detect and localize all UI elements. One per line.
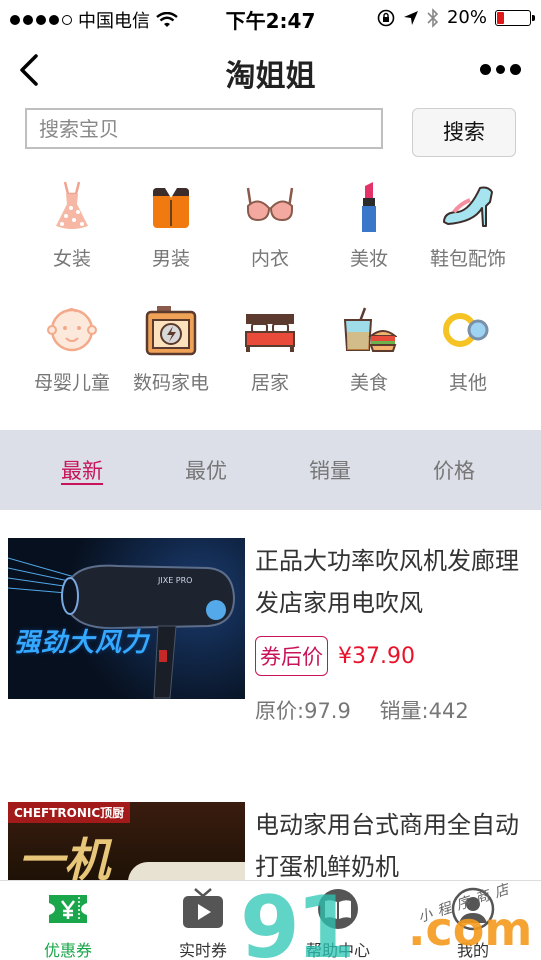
tab-label: 我的 bbox=[456, 941, 489, 960]
product-title[interactable]: 正品大功率吹风机发廊理发店家用电吹风 bbox=[255, 540, 530, 624]
coupon-price: ¥37.90 bbox=[338, 643, 415, 669]
shirt-icon bbox=[153, 188, 189, 228]
category-item-shoes-bags[interactable]: 鞋包配饰 bbox=[418, 178, 518, 271]
category-item-cosmetics[interactable]: 美妆 bbox=[319, 178, 419, 271]
category-item-home[interactable]: 居家 bbox=[220, 302, 320, 395]
category-item-underwear[interactable]: 内衣 bbox=[220, 178, 320, 271]
play-tv-icon bbox=[183, 888, 223, 928]
category-label: 居家 bbox=[250, 372, 289, 394]
nav-bar: 淘姐姐 bbox=[0, 36, 541, 106]
original-price-label: 原价: bbox=[255, 699, 305, 723]
product-image-caption: 一机 bbox=[18, 833, 110, 880]
high-heel-icon bbox=[443, 186, 493, 227]
category-label: 男装 bbox=[151, 248, 190, 270]
category-item-baby[interactable]: 母婴儿童 bbox=[22, 302, 122, 395]
category-label: 内衣 bbox=[250, 248, 289, 270]
bra-icon bbox=[246, 187, 294, 222]
food-icon bbox=[343, 307, 397, 352]
category-label: 数码家电 bbox=[132, 372, 209, 394]
category-label: 其他 bbox=[448, 372, 487, 394]
original-price: 97.9 bbox=[304, 699, 351, 723]
product-image-caption: 强劲大风力 bbox=[14, 628, 150, 658]
tab-coupons[interactable]: 优惠券 bbox=[13, 887, 123, 960]
product-meta: 原价:97.9 销量:442 bbox=[255, 695, 469, 725]
dress-icon bbox=[56, 181, 88, 229]
tab-realtime[interactable]: 实时券 bbox=[148, 887, 258, 960]
category-label: 女装 bbox=[52, 248, 91, 270]
category-item-men[interactable]: 男装 bbox=[121, 178, 221, 271]
tab-label: 帮助中心 bbox=[305, 941, 370, 960]
tab-label: 实时券 bbox=[178, 941, 227, 960]
product-image[interactable]: 强劲大风力 JIXE PRO bbox=[8, 538, 245, 699]
sort-bar: 最新 最优 销量 价格 bbox=[0, 430, 541, 510]
tab-sales[interactable]: 销量 bbox=[309, 455, 351, 485]
baby-icon bbox=[47, 308, 97, 352]
product-image-brand: CHEFTRONIC顶厨 bbox=[8, 802, 131, 823]
product-title[interactable]: 电动家用台式商用全自动打蛋机鲜奶机 bbox=[255, 804, 530, 888]
bluetooth-icon bbox=[427, 7, 439, 28]
rings-icon bbox=[443, 313, 489, 347]
help-book-icon bbox=[318, 889, 358, 929]
tab-mine[interactable]: 我的 bbox=[418, 887, 528, 960]
egg-beater-image bbox=[128, 862, 245, 880]
category-label: 鞋包配饰 bbox=[429, 248, 506, 270]
tab-label: 优惠券 bbox=[43, 941, 92, 960]
product-image-brand: JIXE PRO bbox=[158, 576, 193, 585]
search-input[interactable] bbox=[25, 108, 383, 149]
category-label: 母婴儿童 bbox=[33, 372, 110, 394]
location-icon bbox=[403, 10, 418, 25]
battery-percent: 20% bbox=[446, 7, 487, 28]
more-options-icon[interactable] bbox=[480, 64, 521, 75]
category-item-food[interactable]: 美食 bbox=[319, 302, 419, 395]
user-icon bbox=[451, 887, 495, 931]
tab-newest[interactable]: 最新 bbox=[61, 455, 103, 485]
category-item-other[interactable]: 其他 bbox=[418, 302, 518, 395]
sales-label: 销量: bbox=[379, 699, 429, 723]
category-label: 美食 bbox=[349, 372, 388, 394]
search-button[interactable]: 搜索 bbox=[412, 108, 516, 157]
category-label: 美妆 bbox=[349, 248, 388, 270]
coupon-icon bbox=[49, 895, 87, 923]
status-right: 20% bbox=[377, 7, 535, 28]
category-item-digital[interactable]: 数码家电 bbox=[121, 302, 221, 395]
rotation-lock-icon bbox=[377, 9, 395, 26]
sales-count: 442 bbox=[428, 699, 469, 723]
battery-icon bbox=[495, 9, 535, 26]
lipstick-icon bbox=[362, 182, 376, 232]
tab-bar: 优惠券 实时券 帮助中心 我的 bbox=[0, 880, 541, 960]
coupon-row: 券后价 ¥37.90 bbox=[255, 636, 415, 676]
bed-icon bbox=[245, 314, 295, 352]
tab-price[interactable]: 价格 bbox=[433, 455, 475, 485]
tab-help[interactable]: 帮助中心 bbox=[283, 887, 393, 960]
page-title: 淘姐姐 bbox=[225, 59, 316, 94]
camera-icon bbox=[145, 306, 197, 356]
status-bar: 中国电信 下午2:47 20% bbox=[0, 0, 541, 36]
hair-dryer-image bbox=[8, 557, 236, 699]
tab-best[interactable]: 最优 bbox=[185, 455, 227, 485]
coupon-badge: 券后价 bbox=[255, 636, 328, 676]
product-image[interactable]: CHEFTRONIC顶厨 一机 bbox=[8, 802, 245, 880]
category-item-women[interactable]: 女装 bbox=[22, 178, 122, 271]
